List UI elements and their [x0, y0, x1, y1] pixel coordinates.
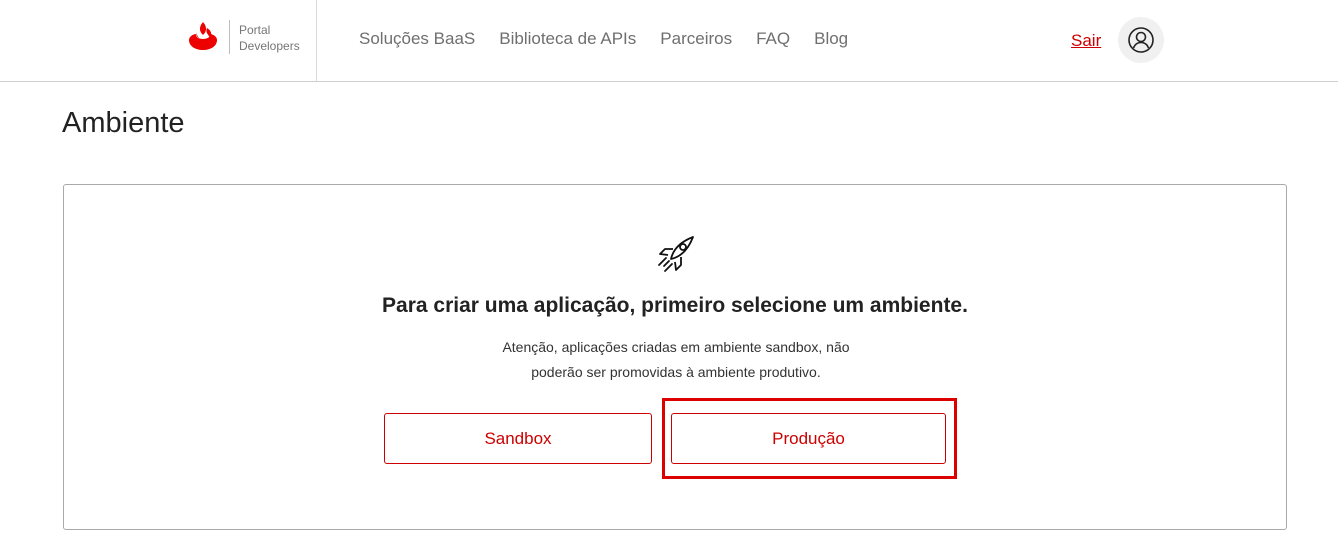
- environment-card: Para criar uma aplicação, primeiro selec…: [63, 184, 1287, 530]
- nav-item-blog[interactable]: Blog: [814, 28, 848, 50]
- page-title: Ambiente: [62, 107, 185, 139]
- card-heading: Para criar uma aplicação, primeiro selec…: [382, 294, 968, 317]
- logo-line-developers: Developers: [239, 39, 300, 53]
- top-header: Portal Developers Soluções BaaS Bibliote…: [0, 0, 1338, 82]
- logout-link[interactable]: Sair: [1071, 30, 1101, 52]
- user-avatar-button[interactable]: [1118, 17, 1164, 63]
- header-divider: [316, 0, 317, 81]
- nav-item-faq[interactable]: FAQ: [756, 28, 790, 50]
- card-description: Atenção, aplicações criadas em ambiente …: [476, 335, 876, 385]
- logo-divider: [229, 20, 230, 54]
- production-button[interactable]: Produção: [671, 413, 946, 464]
- main-nav: Soluções BaaS Biblioteca de APIs Parceir…: [359, 28, 848, 50]
- santander-flame-icon[interactable]: [186, 20, 220, 54]
- nav-item-solucoes-baas[interactable]: Soluções BaaS: [359, 28, 475, 50]
- logo-line-portal: Portal: [239, 23, 271, 37]
- description-line-1: Atenção, aplicações criadas em ambiente …: [502, 339, 850, 355]
- rocket-icon: [658, 236, 694, 272]
- description-line-2: poderão ser promovidas à ambiente produt…: [531, 364, 821, 380]
- user-circle-icon: [1128, 27, 1154, 53]
- portal-logo-text[interactable]: Portal Developers: [239, 22, 300, 54]
- nav-item-parceiros[interactable]: Parceiros: [660, 28, 732, 50]
- sandbox-button[interactable]: Sandbox: [384, 413, 652, 464]
- nav-item-biblioteca-apis[interactable]: Biblioteca de APIs: [499, 28, 636, 50]
